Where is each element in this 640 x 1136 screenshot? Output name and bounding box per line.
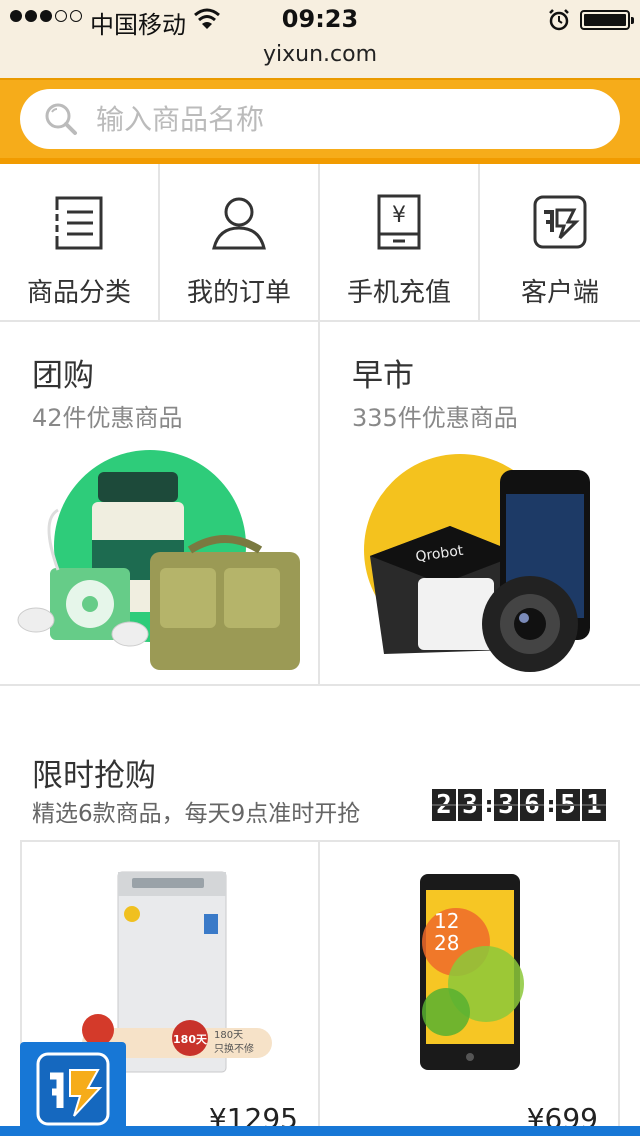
quick-nav: 商品分类 我的订单 ¥ 手机充值 客户端 xyxy=(0,164,640,322)
promo-section: 团购 42件优惠商品 早市 335件优惠商品 Qrobot xyxy=(0,322,640,686)
nav-label: 手机充值 xyxy=(346,278,451,308)
search-box[interactable] xyxy=(20,89,620,149)
countdown-digit: 3 xyxy=(458,789,482,821)
svg-text:180天: 180天 xyxy=(173,1033,208,1046)
countdown-digit: 6 xyxy=(520,789,544,821)
nav-label: 客户端 xyxy=(520,278,599,308)
search-icon xyxy=(45,103,77,135)
alarm-icon xyxy=(549,9,569,31)
flash-sale-subtitle: 精选6款商品，每天9点准时开抢 xyxy=(32,801,361,827)
countdown-digit: 1 xyxy=(582,789,606,821)
yixun-lightning-icon xyxy=(36,1052,110,1126)
yuan-phone-icon: ¥ xyxy=(377,194,421,250)
promo-title: 团购 xyxy=(32,358,94,394)
svg-text:只换不修: 只换不修 xyxy=(214,1042,254,1055)
nav-item-phone-recharge[interactable]: ¥ 手机充值 xyxy=(320,164,480,320)
countdown-timer: 23 : 36 : 51 xyxy=(432,789,608,821)
smartphone-image: 12 28 xyxy=(420,874,524,1070)
nav-item-orders[interactable]: 我的订单 xyxy=(160,164,320,320)
bottom-bar xyxy=(0,1126,640,1136)
svg-text:180天: 180天 xyxy=(214,1030,243,1041)
nav-item-categories[interactable]: 商品分类 xyxy=(0,164,160,320)
countdown-digit: 3 xyxy=(494,789,518,821)
battery-icon xyxy=(580,10,634,30)
promo-card-morning-market[interactable]: 早市 335件优惠商品 Qrobot xyxy=(320,322,640,684)
promo-subtitle: 335件优惠商品 xyxy=(352,404,518,432)
svg-text:28: 28 xyxy=(434,931,459,955)
morning-market-products-image: Qrobot xyxy=(364,454,590,672)
nav-item-client[interactable]: 客户端 xyxy=(480,164,640,320)
flash-sale-title: 限时抢购 xyxy=(32,758,156,794)
promo-card-group-buy[interactable]: 团购 42件优惠商品 xyxy=(0,322,320,684)
countdown-digit: 2 xyxy=(432,789,456,821)
promo-subtitle: 42件优惠商品 xyxy=(32,404,183,432)
search-header xyxy=(0,78,640,164)
list-icon xyxy=(51,196,103,250)
svg-text:¥: ¥ xyxy=(392,203,406,228)
yixun-app-icon xyxy=(533,195,587,249)
app-download-badge[interactable] xyxy=(20,1042,126,1136)
group-buy-products-image xyxy=(17,450,300,670)
search-input[interactable] xyxy=(96,89,596,149)
nav-label: 我的订单 xyxy=(186,278,291,308)
browser-url[interactable]: yixun.com xyxy=(0,40,640,78)
clock-time: 09:23 xyxy=(281,5,359,33)
nav-label: 商品分类 xyxy=(26,278,131,308)
countdown-digit: 5 xyxy=(556,789,580,821)
status-bar: 中国移动 09:23 xyxy=(0,0,640,40)
svg-text:12: 12 xyxy=(434,909,459,933)
person-icon xyxy=(212,197,266,250)
promo-title: 早市 xyxy=(352,358,414,394)
product-card-phone[interactable]: 12 28 ¥699 xyxy=(320,842,618,1136)
